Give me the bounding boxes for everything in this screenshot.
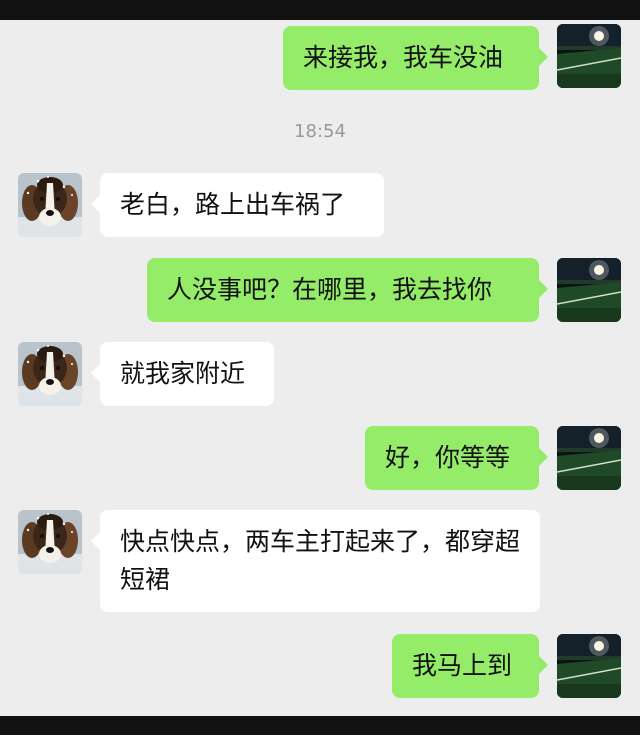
timestamp: 18:54	[294, 121, 346, 142]
message-text: 来接我，我车没油	[303, 43, 504, 72]
message-text: 老白，路上出车祸了	[120, 190, 346, 219]
message-bubble-incoming[interactable]: 老白，路上出车祸了	[91, 173, 384, 237]
message-bubble-incoming[interactable]: 就我家附近	[91, 342, 274, 406]
message-bubble-incoming[interactable]: 快点快点，两车主打起来了，都穿超短裙	[91, 510, 540, 612]
self-avatar[interactable]	[557, 634, 621, 698]
message-bubble-outgoing[interactable]: 好，你等等	[365, 426, 548, 490]
message-bubble-outgoing[interactable]: 我马上到	[392, 634, 548, 698]
message-text: 好，你等等	[385, 443, 511, 472]
navigation-bar	[0, 716, 640, 735]
friend-avatar[interactable]	[18, 173, 82, 237]
message-bubble-outgoing[interactable]: 来接我，我车没油	[283, 26, 548, 90]
friend-avatar[interactable]	[18, 510, 82, 574]
message-text: 人没事吧？在哪里，我去找你	[167, 275, 493, 304]
friend-avatar[interactable]	[18, 342, 82, 406]
message-text: 快点快点，两车主打起来了，都穿超短裙	[120, 527, 521, 594]
status-bar	[0, 0, 640, 20]
self-avatar[interactable]	[557, 258, 621, 322]
message-text: 我马上到	[412, 651, 513, 680]
self-avatar[interactable]	[557, 426, 621, 490]
message-text: 就我家附近	[120, 359, 246, 388]
message-bubble-outgoing[interactable]: 人没事吧？在哪里，我去找你	[147, 258, 548, 322]
self-avatar[interactable]	[557, 24, 621, 88]
